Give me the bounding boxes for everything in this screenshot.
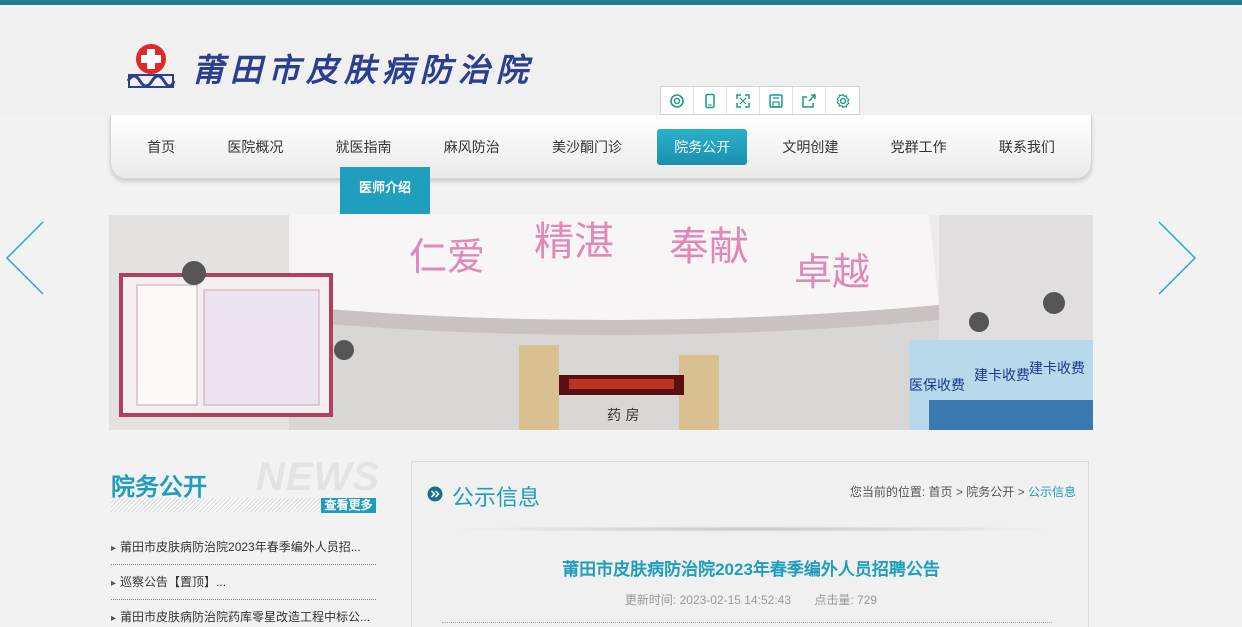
double-chevron-icon [427, 486, 443, 502]
nav-item-home[interactable]: 首页 [130, 129, 192, 165]
search-icon[interactable] [661, 87, 694, 114]
nav-item-medical-guide[interactable]: 就医指南 [319, 129, 409, 165]
bullet-icon: ▸ [111, 613, 117, 624]
nav-item-party-work[interactable]: 党群工作 [874, 129, 964, 165]
article-updated-time: 更新时间: 2023-02-15 14:52:43 [624, 593, 792, 607]
banner-slogan-4: 卓越 [794, 250, 870, 294]
bullet-icon: ▸ [111, 543, 117, 554]
breadcrumb: 您当前的位置: 首页 > 院务公开 > 公示信息 [850, 483, 1076, 500]
breadcrumb-section[interactable]: 院务公开 [966, 485, 1014, 499]
hospital-logo-icon[interactable] [126, 41, 176, 91]
site-title: 莆田市皮肤病防治院 [192, 51, 535, 89]
share-icon[interactable] [793, 87, 826, 114]
bullet-icon: ▸ [111, 578, 117, 589]
breadcrumb-prefix: 您当前的位置: [849, 485, 926, 499]
article-hit-count: 点击量: 729 [814, 593, 878, 607]
banner-prev-arrow-icon[interactable] [5, 220, 45, 296]
nav-submenu: 医师介绍 [340, 167, 430, 214]
list-item[interactable]: ▸ 莆田市皮肤病防治院2023年春季编外人员招... [111, 530, 376, 565]
article-title: 莆田市皮肤病防治院2023年春季编外人员招聘公告 [562, 560, 940, 579]
banner-counter-label-1: 医保收费 [909, 378, 965, 394]
banner-counter-label-3: 建卡收费 [1029, 361, 1085, 377]
nav-item-methadone-clinic[interactable]: 美沙酮门诊 [535, 129, 639, 165]
site-header: 莆田市皮肤病防治院 [0, 5, 1242, 115]
nav-item-leprosy-prevention[interactable]: 麻风防治 [427, 129, 517, 165]
list-item-label: 莆田市皮肤病防治院药库零星改造工程中标公... [120, 610, 371, 624]
banner-pharmacy-sign: 药 房 [607, 408, 639, 424]
view-more-button[interactable]: 查看更多 [321, 498, 376, 513]
breadcrumb-separator: > [955, 485, 963, 499]
save-icon[interactable] [760, 87, 793, 114]
meta-divider [442, 622, 1052, 623]
panel-divider [442, 526, 1062, 532]
banner-next-arrow-icon[interactable] [1157, 220, 1197, 296]
list-item[interactable]: ▸ 巡察公告【置顶】... [111, 565, 376, 600]
breadcrumb-home[interactable]: 首页 [929, 485, 953, 499]
gear-icon[interactable] [826, 87, 859, 114]
nav-item-civilization[interactable]: 文明创建 [765, 129, 855, 165]
list-item-label: 巡察公告【置顶】... [120, 575, 227, 589]
article-meta: 更新时间: 2023-02-15 14:52:43 点击量: 729 [412, 591, 1090, 608]
breadcrumb-current[interactable]: 公示信息 [1028, 485, 1076, 499]
main-nav: 首页 医院概况 就医指南 麻风防治 美沙酮门诊 院务公开 文明创建 党群工作 联… [110, 115, 1092, 179]
banner-counter-label-2: 建卡收费 [974, 368, 1030, 384]
submenu-item-physician-intro[interactable]: 医师介绍 [340, 167, 430, 196]
content-panel: 公示信息 您当前的位置: 首页 > 院务公开 > 公示信息 莆田市皮肤病防治院2… [411, 461, 1089, 627]
list-item-label: 莆田市皮肤病防治院2023年春季编外人员招... [120, 540, 361, 554]
panel-title: 公示信息 [452, 485, 541, 510]
panel-header: 公示信息 您当前的位置: 首页 > 院务公开 > 公示信息 [412, 462, 1090, 524]
banner-slogan-1: 仁爱 [409, 235, 485, 279]
nav-item-contact-us[interactable]: 联系我们 [982, 129, 1072, 165]
hero-banner: 仁爱 精湛 奉献 卓越 医保收费 建卡收费 建卡收费 药 房 [109, 215, 1093, 430]
banner-slogan-2: 精湛 [534, 219, 614, 265]
list-item[interactable]: ▸ 莆田市皮肤病防治院药库零星改造工程中标公... [111, 600, 376, 627]
nav-item-hospital-overview[interactable]: 医院概况 [210, 129, 300, 165]
banner-slogan-3: 奉献 [669, 224, 749, 270]
phone-icon[interactable] [694, 87, 727, 114]
sidebar-watermark: NEWS [256, 455, 380, 499]
sidebar-list: ▸ 莆田市皮肤病防治院2023年春季编外人员招... ▸ 巡察公告【置顶】... ▸… [111, 530, 376, 627]
fullscreen-icon[interactable] [727, 87, 760, 114]
sidebar-title: 院务公开 [111, 474, 207, 501]
accessibility-toolbar [660, 86, 860, 115]
nav-item-affairs-disclosure[interactable]: 院务公开 [657, 128, 748, 165]
breadcrumb-separator: > [1017, 485, 1025, 499]
